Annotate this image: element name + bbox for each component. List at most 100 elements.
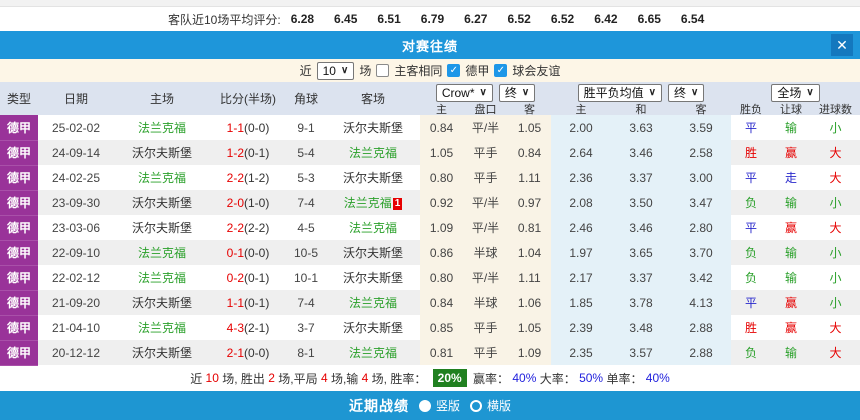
away-team-link[interactable]: 法兰克福 [326, 140, 420, 165]
same-venue-label[interactable]: 主客相同 [394, 62, 442, 79]
avg-away: 3.42 [671, 265, 731, 290]
away-team-link[interactable]: 法兰克福1 [326, 190, 420, 215]
popup-title: 对赛往绩 [402, 36, 458, 55]
avg-home: 1.97 [551, 240, 611, 265]
league-badge: 德甲 [0, 315, 38, 340]
sub-col-avg-away: 客 [671, 102, 731, 115]
odds-home: 0.86 [420, 240, 463, 265]
col-score: 比分(半场) [210, 82, 286, 115]
result-cell: 小 [811, 115, 860, 140]
summary-line: 近 10 场, 胜出 2 场,平局 4 场,输 4 场, 胜率： 20% 赢率：… [190, 369, 670, 387]
result-cell: 负 [731, 340, 771, 365]
radio-icon[interactable] [470, 400, 482, 412]
away-team-link[interactable]: 法兰克福 [326, 290, 420, 315]
home-team-link[interactable]: 法兰克福 [114, 165, 210, 190]
odds-final-select[interactable]: 终 ∨ [499, 84, 535, 102]
away-team-link[interactable]: 沃尔夫斯堡 [326, 240, 420, 265]
home-team-link[interactable]: 法兰克福 [114, 115, 210, 140]
summary-row: 近 10 场, 胜出 2 场,平局 4 场,输 4 场, 胜率： 20% 赢率：… [0, 366, 860, 391]
league-checkbox[interactable] [447, 64, 460, 77]
match-date: 24-09-14 [38, 140, 114, 165]
home-team-link[interactable]: 沃尔夫斯堡 [114, 340, 210, 365]
home-team-link[interactable]: 沃尔夫斯堡 [114, 140, 210, 165]
table-row: 德甲23-03-06沃尔夫斯堡2-2(2-2)4-5法兰克福1.09平/半0.8… [0, 215, 860, 240]
odds-home: 0.81 [420, 340, 463, 365]
league-badge: 德甲 [0, 340, 38, 365]
avg-draw: 3.37 [611, 265, 671, 290]
chevron-down-icon: ∨ [806, 86, 813, 100]
recent-count-select[interactable]: 10 ∨ [317, 62, 355, 80]
home-team-link[interactable]: 沃尔夫斯堡 [114, 215, 210, 240]
popup-title-bar: 对赛往绩 ✕ [0, 31, 860, 59]
result-cell: 大 [811, 165, 860, 190]
home-team-link[interactable]: 沃尔夫斯堡 [114, 190, 210, 215]
odds-handicap: 平/半 [463, 190, 508, 215]
result-cell: 输 [771, 115, 811, 140]
wdl-average-select[interactable]: 胜平负均值 ∨ [578, 84, 662, 102]
sub-col-handicap: 盘口 [463, 102, 508, 115]
league-badge: 德甲 [0, 165, 38, 190]
radio-icon[interactable] [419, 400, 431, 412]
result-cell: 赢 [771, 315, 811, 340]
wdl-final-select[interactable]: 终 ∨ [668, 84, 704, 102]
away-team-link[interactable]: 沃尔夫斯堡 [326, 165, 420, 190]
result-cell: 大 [811, 340, 860, 365]
result-cell: 输 [771, 190, 811, 215]
recent-count-value: 10 [323, 64, 336, 78]
friendly-label[interactable]: 球会友谊 [512, 62, 560, 79]
avg-home: 2.08 [551, 190, 611, 215]
odds-handicap: 平/半 [463, 115, 508, 140]
avg-draw: 3.57 [611, 340, 671, 365]
match-date: 24-02-25 [38, 165, 114, 190]
home-team-link[interactable]: 法兰克福 [114, 315, 210, 340]
corner-score: 4-5 [286, 215, 326, 240]
corner-score: 7-4 [286, 290, 326, 315]
league-label[interactable]: 德甲 [465, 62, 489, 79]
result-cell: 走 [771, 165, 811, 190]
home-team-link[interactable]: 沃尔夫斯堡 [114, 290, 210, 315]
table-row: 德甲23-09-30沃尔夫斯堡2-0(1-0)7-4法兰克福10.92平/半0.… [0, 190, 860, 215]
summary-text: 场,输 [328, 370, 362, 387]
avg-away: 2.80 [671, 215, 731, 240]
odds-home: 0.84 [420, 115, 463, 140]
away-avg-score-row: 客队近10场平均评分: 6.286.456.516.796.276.526.52… [0, 7, 860, 31]
match-date: 23-09-30 [38, 190, 114, 215]
friendly-checkbox[interactable] [494, 64, 507, 77]
away-team-link[interactable]: 法兰克福 [326, 215, 420, 240]
fulltime-select[interactable]: 全场 ∨ [771, 84, 819, 102]
filter-bar: 近 10 ∨ 场 主客相同 德甲 球会友谊 [0, 59, 860, 82]
sub-col-odds-away: 客 [508, 102, 551, 115]
odds-away: 1.11 [508, 165, 551, 190]
score-cell: 0-2(0-1) [210, 265, 286, 290]
away-team-link[interactable]: 法兰克福 [326, 340, 420, 365]
sub-col-wdl: 胜负 [731, 102, 771, 115]
avg-home: 2.64 [551, 140, 611, 165]
away-team-link[interactable]: 沃尔夫斯堡 [326, 115, 420, 140]
layout-option-horizontal[interactable]: 横版 [470, 397, 511, 414]
avg-away: 3.47 [671, 190, 731, 215]
corner-score: 3-7 [286, 315, 326, 340]
corner-score: 10-5 [286, 240, 326, 265]
avg-away: 2.58 [671, 140, 731, 165]
summary-text: 单率： [603, 370, 646, 387]
home-team-link[interactable]: 法兰克福 [114, 240, 210, 265]
close-button[interactable]: ✕ [831, 34, 853, 56]
recent-results-title: 近期战绩 [349, 396, 409, 416]
summary-text: 10 [206, 371, 219, 385]
home-team-link[interactable]: 法兰克福 [114, 265, 210, 290]
away-team-link[interactable]: 沃尔夫斯堡 [326, 315, 420, 340]
history-rows: 德甲25-02-02法兰克福1-1(0-0)9-1沃尔夫斯堡0.84平/半1.0… [0, 115, 860, 365]
layout-option-vertical[interactable]: 竖版 [419, 397, 460, 414]
odds-company-select[interactable]: Crow* ∨ [436, 84, 493, 102]
away-team-link[interactable]: 沃尔夫斯堡 [326, 265, 420, 290]
score-cell: 2-2(2-2) [210, 215, 286, 240]
result-cell: 输 [771, 265, 811, 290]
match-date: 21-09-20 [38, 290, 114, 315]
league-badge: 德甲 [0, 115, 38, 140]
summary-text: 场, 胜率： [368, 370, 429, 387]
odds-away: 1.06 [508, 290, 551, 315]
odds-handicap: 平/半 [463, 265, 508, 290]
table-row: 德甲24-02-25法兰克福2-2(1-2)5-3沃尔夫斯堡0.80平手1.11… [0, 165, 860, 190]
avg-away: 3.00 [671, 165, 731, 190]
same-venue-checkbox[interactable] [376, 64, 389, 77]
